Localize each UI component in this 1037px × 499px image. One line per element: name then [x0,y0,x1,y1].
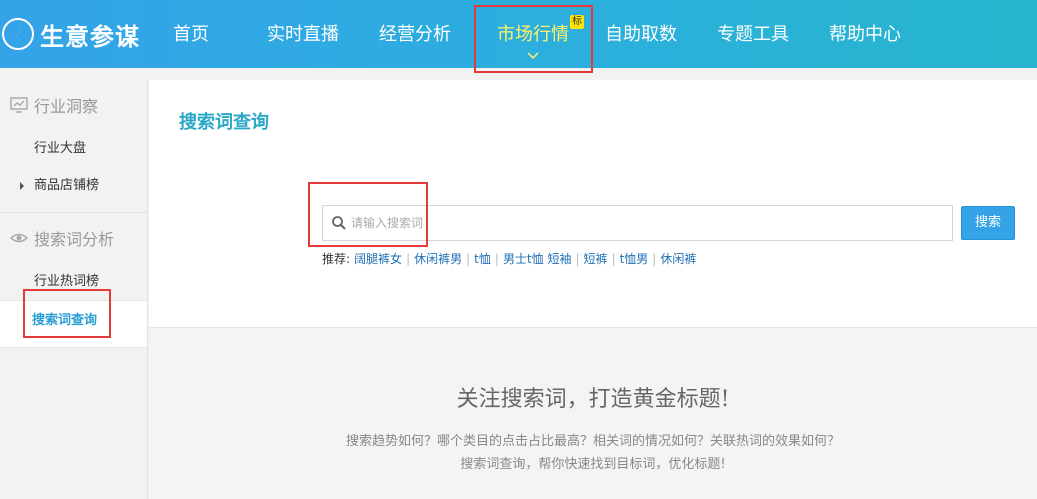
recommendation-label: 推荐: [322,252,351,266]
nav-business-analysis-label: 经营分析 [379,24,451,45]
sidebar-item-product-shop-ranking[interactable]: 商品店铺榜 [0,167,147,204]
recommend-link[interactable]: 休闲裤 [660,250,696,267]
recommend-link[interactable]: 短裤 [584,250,608,267]
search-button[interactable]: 搜索 [961,206,1015,240]
sidebar-group-industry-insight[interactable]: 行业洞察 [0,80,147,130]
highlight-box-market [474,5,593,73]
separator: | [406,251,411,266]
sidebar-group-label: 搜索词分析 [34,230,115,249]
separator: | [611,251,616,266]
recommend-link[interactable]: t恤男 [620,250,649,267]
nav-special-tools-label: 专题工具 [717,24,789,45]
brand-logo[interactable]: 生意参谋 [0,14,140,54]
sidebar-item-industry-overview[interactable]: 行业大盘 [0,130,147,167]
sidebar-item-label: 行业热词榜 [34,274,100,289]
nav-business-analysis[interactable]: 经营分析 [374,0,456,68]
nav-self-service[interactable]: 自助取数 [600,0,682,68]
nav-live[interactable]: 实时直播 [262,0,344,68]
nav-self-service-label: 自助取数 [605,24,677,45]
sidebar-group-label: 行业洞察 [34,97,99,116]
recommendation-row: 推荐: 阔腿裤女 | 休闲裤男 | t恤 | 男士t恤 短袖 | 短裤 | t恤男 | 休闲… [322,250,696,267]
highlight-box-search-query [23,289,111,338]
recommend-link[interactable]: 男士t恤 短袖 [503,250,572,267]
page-title: 搜索词查询 [179,112,269,133]
separator: | [466,251,471,266]
nav-special-tools[interactable]: 专题工具 [712,0,794,68]
recommend-link[interactable]: 休闲裤男 [414,250,462,267]
recommend-link[interactable]: 阔腿裤女 [354,250,402,267]
compass-icon [2,18,34,50]
sidebar-item-label: 行业大盘 [34,141,87,156]
promo-title: 关注搜索词，打造黄金标题! [456,387,730,412]
brand-name: 生意参谋 [40,22,140,51]
promo-description-line-1: 搜索趋势如何？哪个类目的点击占比最高？相关词的情况如何？关联热词的效果如何？ [345,434,840,449]
recommend-link[interactable]: t恤 [474,250,491,267]
separator: | [575,251,580,266]
promo-panel: 关注搜索词，打造黄金标题! 搜索趋势如何？哪个类目的点击占比最高？相关词的情况如… [149,327,1037,499]
highlight-box-search-input [308,182,428,247]
nav-home[interactable]: 首页 [160,0,222,68]
sidebar-group-search-analysis[interactable]: 搜索词分析 [0,213,147,263]
nav-live-label: 实时直播 [267,24,339,45]
chart-monitor-icon [10,97,28,113]
nav-help-center-label: 帮助中心 [829,24,901,45]
promo-description-line-2: 搜索词查询，帮你快速找到目标词，优化标题! [460,457,726,472]
eye-icon [10,233,28,243]
nav-help-center[interactable]: 帮助中心 [824,0,906,68]
sidebar-item-label: 商品店铺榜 [34,178,100,193]
separator: | [652,251,657,266]
expand-arrow-icon [20,182,24,190]
search-input[interactable] [351,208,952,238]
separator: | [494,251,499,266]
main-content: 搜索词查询 搜索 推荐: 阔腿裤女| 休闲裤男| t恤| 男士t恤 短袖| 短裤… [149,80,1037,499]
nav-home-label: 首页 [173,24,209,45]
